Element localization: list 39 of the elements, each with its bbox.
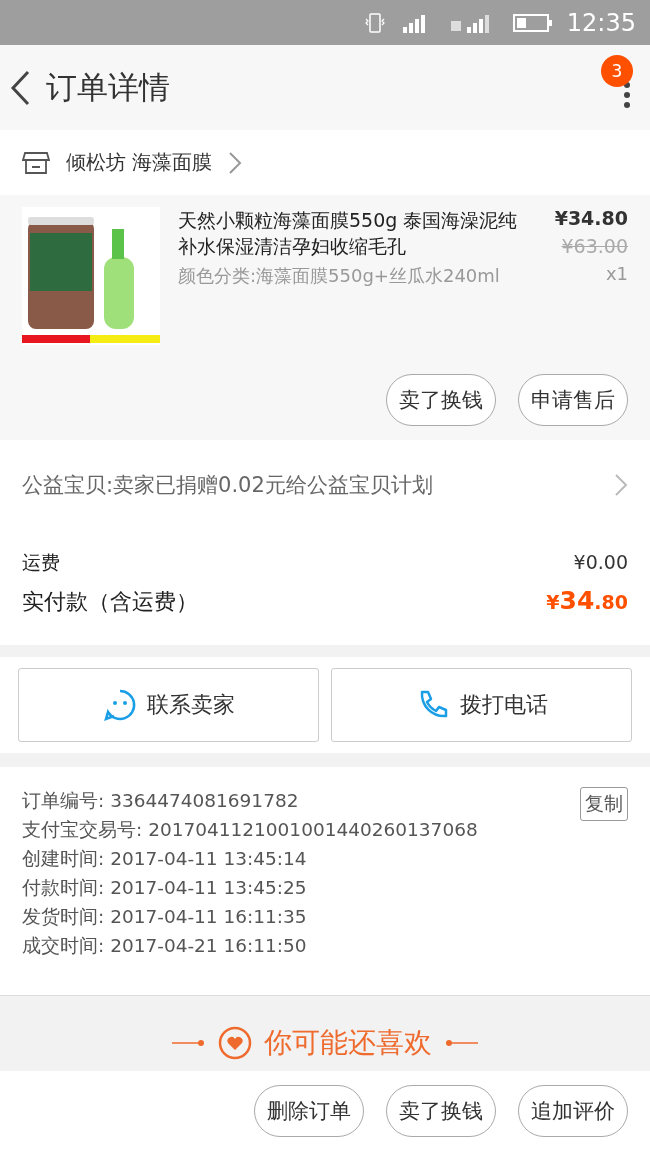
total-decimal: .80: [594, 591, 628, 613]
clock-time: 12:35: [566, 8, 636, 37]
page-title: 订单详情: [46, 67, 171, 107]
recommend-title: 你可能还喜欢: [264, 1024, 432, 1061]
chevron-right-icon: [228, 150, 243, 175]
back-icon[interactable]: [10, 69, 32, 106]
battery-icon: [512, 11, 553, 34]
divider-ornament-icon: [444, 1038, 478, 1047]
total-amount: 34: [559, 586, 595, 615]
divider-ornament-icon: [172, 1038, 206, 1047]
action-button[interactable]: 追加评价: [518, 1085, 628, 1137]
action-button[interactable]: 卖了换钱: [386, 1085, 496, 1137]
order-info-line: 付款时间: 2017-04-11 13:45:25: [22, 876, 307, 900]
chat-icon: [102, 688, 137, 722]
product-title: 天然小颗粒海藻面膜550g 泰国海澡泥纯补水保湿清洁孕妇收缩毛孔: [178, 208, 519, 259]
action-button[interactable]: 申请售后: [518, 374, 628, 426]
contact-button[interactable]: 拨打电话: [331, 668, 632, 742]
product-variant: 颜色分类:海藻面膜550g+丝瓜水240ml: [178, 264, 501, 288]
charity-text[interactable]: 公益宝贝:卖家已捐赠0.02元给公益宝贝计划: [22, 471, 433, 499]
shop-name[interactable]: 倾松坊 海藻面膜: [66, 149, 213, 176]
order-info-line: 订单编号: 3364474081691782: [22, 789, 299, 813]
quantity: x1: [605, 263, 628, 284]
order-info-line: 发货时间: 2017-04-11 16:11:35: [22, 905, 307, 929]
contact-button[interactable]: 联系卖家: [18, 668, 319, 742]
order-info-line: 成交时间: 2017-04-21 16:11:50: [22, 934, 307, 958]
currency-symbol: ¥: [546, 591, 560, 613]
product-price: ¥34.80: [554, 207, 628, 229]
original-price: ¥63.00: [561, 235, 628, 257]
shop-icon: [22, 150, 50, 175]
order-info-line: 创建时间: 2017-04-11 13:45:14: [22, 847, 307, 871]
notification-badge: 3: [601, 55, 633, 87]
shipping-label: 运费: [22, 550, 60, 575]
shipping-value: ¥0.00: [573, 551, 628, 573]
order-info-line: 支付宝交易号: 2017041121001001440260137068: [22, 818, 478, 842]
total-label: 实付款（含运费）: [22, 588, 198, 616]
action-button[interactable]: 卖了换钱: [386, 374, 496, 426]
action-button[interactable]: 删除订单: [254, 1085, 364, 1137]
copy-button[interactable]: 复制: [580, 787, 628, 821]
chevron-right-icon: [614, 473, 628, 497]
